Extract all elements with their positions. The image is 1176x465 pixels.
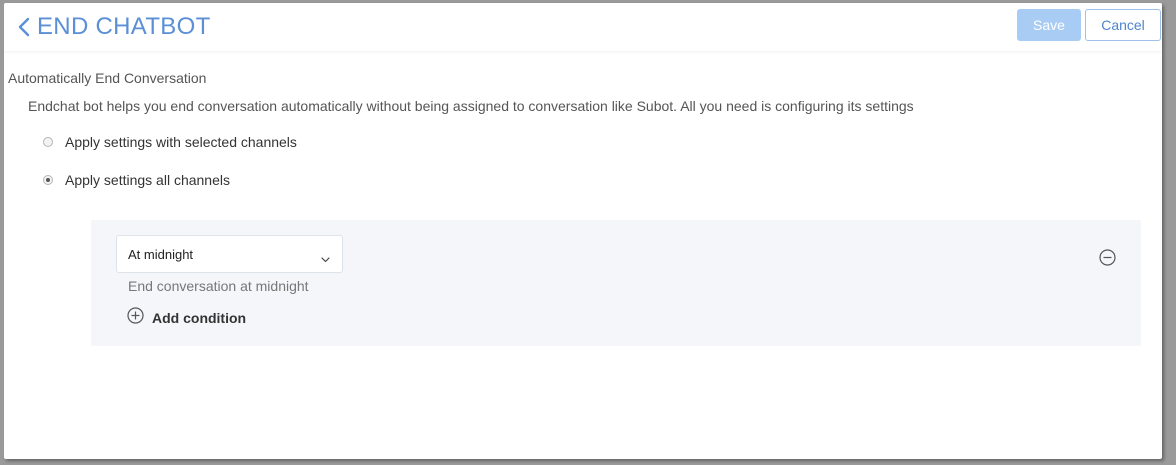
back-button[interactable]: END CHATBOT: [17, 12, 211, 42]
select-value: At midnight: [128, 246, 194, 262]
save-button[interactable]: Save: [1017, 9, 1081, 41]
radio-button-checked[interactable]: [43, 175, 53, 185]
chevron-left-icon: [17, 17, 31, 37]
section-title: Automatically End Conversation: [8, 70, 207, 86]
section-description: Endchat bot helps you end conversation a…: [28, 98, 914, 114]
radio-option-all-channels[interactable]: Apply settings all channels: [43, 172, 230, 188]
radio-label: Apply settings with selected channels: [65, 134, 297, 150]
end-chatbot-window: END CHATBOT Save Cancel Automatically En…: [4, 3, 1162, 459]
plus-circle-icon: [127, 307, 144, 329]
page-title: END CHATBOT: [37, 13, 211, 40]
add-condition-button[interactable]: Add condition: [127, 307, 246, 329]
minus-circle-icon: [1099, 249, 1116, 270]
condition-panel: At midnight End conversation at midnight…: [91, 220, 1141, 346]
radio-button[interactable]: [43, 137, 53, 147]
cancel-button[interactable]: Cancel: [1085, 9, 1161, 41]
remove-condition-button[interactable]: [1099, 249, 1116, 271]
radio-option-selected-channels[interactable]: Apply settings with selected channels: [43, 134, 297, 150]
condition-select[interactable]: At midnight: [116, 235, 343, 273]
page-header: END CHATBOT Save Cancel: [4, 3, 1162, 51]
chevron-down-icon: [321, 250, 330, 268]
condition-description: End conversation at midnight: [128, 278, 309, 294]
add-condition-label: Add condition: [152, 310, 247, 326]
radio-label: Apply settings all channels: [65, 172, 230, 188]
